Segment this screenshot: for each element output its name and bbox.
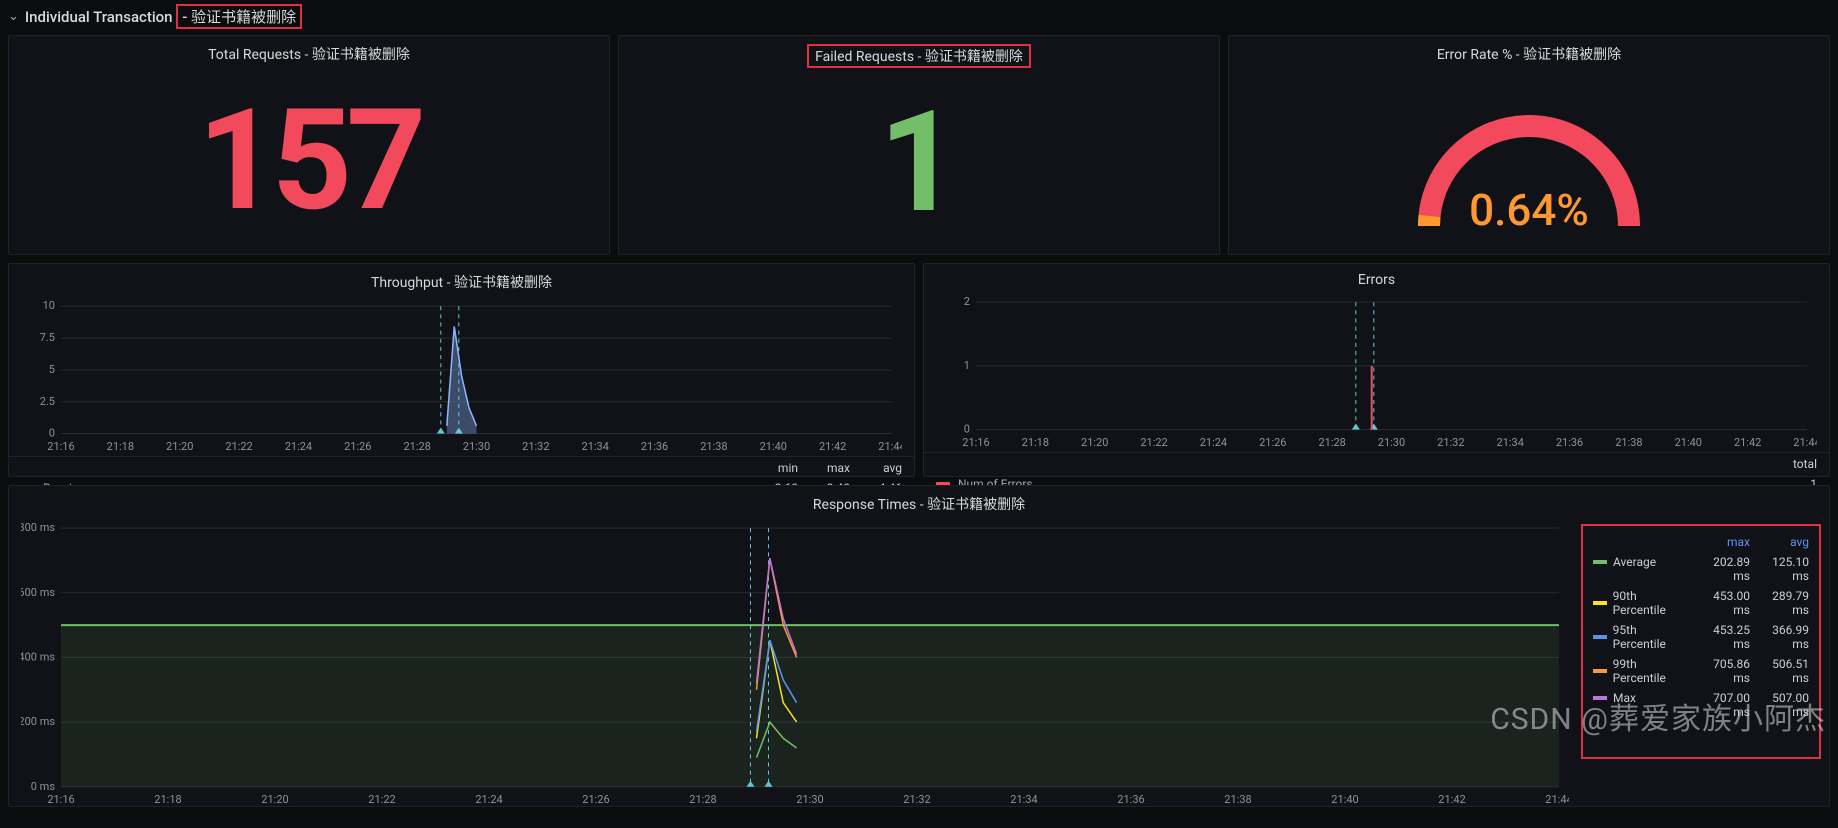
svg-text:21:44: 21:44 bbox=[1793, 436, 1817, 449]
svg-text:21:16: 21:16 bbox=[962, 436, 989, 449]
legend-head-avg: avg bbox=[866, 461, 902, 475]
svg-text:21:40: 21:40 bbox=[1675, 436, 1702, 449]
svg-text:21:36: 21:36 bbox=[1556, 436, 1583, 449]
panel-throughput[interactable]: Throughput - 验证书籍被删除 0 2.5 5 7.5 10 21:16 21:1… bbox=[8, 263, 915, 477]
svg-text:21:44: 21:44 bbox=[1545, 793, 1569, 806]
svg-text:21:30: 21:30 bbox=[1378, 436, 1405, 449]
svg-text:21:40: 21:40 bbox=[760, 440, 787, 453]
svg-text:21:44: 21:44 bbox=[878, 440, 902, 453]
svg-text:21:18: 21:18 bbox=[107, 440, 134, 453]
svg-text:21:24: 21:24 bbox=[1200, 436, 1227, 449]
panel-title: Total Requests - 验证书籍被删除 bbox=[9, 36, 609, 68]
panel-title: Error Rate % - 验证书籍被删除 bbox=[1229, 36, 1829, 68]
legend-head-max: max bbox=[1693, 532, 1752, 552]
svg-text:21:38: 21:38 bbox=[1615, 436, 1642, 449]
panel-failed-requests[interactable]: Failed Requests - 验证书籍被删除 1 bbox=[618, 35, 1220, 255]
legend-head-min: min bbox=[762, 461, 798, 475]
svg-text:21:22: 21:22 bbox=[225, 440, 252, 453]
svg-text:10: 10 bbox=[43, 300, 55, 312]
svg-text:21:34: 21:34 bbox=[1010, 793, 1037, 806]
svg-text:21:40: 21:40 bbox=[1331, 793, 1358, 806]
svg-text:21:38: 21:38 bbox=[700, 440, 727, 453]
legend-row[interactable]: 90th Percentile453.00 ms289.79 ms bbox=[1591, 586, 1811, 620]
svg-text:21:20: 21:20 bbox=[1081, 436, 1108, 449]
legend-head-total: total bbox=[1781, 457, 1817, 471]
panel-error-rate[interactable]: Error Rate % - 验证书籍被删除 0.64% bbox=[1228, 35, 1830, 255]
panel-title: Failed Requests - 验证书籍被删除 bbox=[619, 36, 1219, 72]
svg-text:21:42: 21:42 bbox=[819, 440, 846, 453]
svg-text:21:32: 21:32 bbox=[1437, 436, 1464, 449]
legend-row[interactable]: Average202.89 ms125.10 ms bbox=[1591, 552, 1811, 586]
svg-text:21:26: 21:26 bbox=[1259, 436, 1286, 449]
svg-text:0: 0 bbox=[49, 427, 55, 440]
panel-total-requests[interactable]: Total Requests - 验证书籍被删除 157 bbox=[8, 35, 610, 255]
svg-text:21:18: 21:18 bbox=[1022, 436, 1049, 449]
svg-text:21:42: 21:42 bbox=[1734, 436, 1761, 449]
svg-text:21:26: 21:26 bbox=[344, 440, 371, 453]
svg-text:21:28: 21:28 bbox=[1318, 436, 1345, 449]
svg-text:1: 1 bbox=[964, 359, 970, 372]
legend-head-avg: avg bbox=[1752, 532, 1811, 552]
svg-text:5: 5 bbox=[49, 363, 55, 376]
svg-text:600 ms: 600 ms bbox=[21, 586, 55, 599]
section-title-prefix: Individual Transaction bbox=[25, 8, 173, 26]
panel-errors[interactable]: Errors 0 1 2 21:16 21:18 21:20 21:22 21:24 21:26… bbox=[923, 263, 1830, 477]
svg-text:21:16: 21:16 bbox=[47, 793, 74, 806]
legend-head-max: max bbox=[814, 461, 850, 475]
svg-text:21:34: 21:34 bbox=[1497, 436, 1524, 449]
svg-text:21:20: 21:20 bbox=[261, 793, 288, 806]
stat-value: 1 bbox=[619, 72, 1219, 254]
svg-text:21:22: 21:22 bbox=[368, 793, 395, 806]
svg-text:400 ms: 400 ms bbox=[21, 650, 55, 663]
svg-text:21:42: 21:42 bbox=[1438, 793, 1465, 806]
svg-text:2: 2 bbox=[964, 296, 970, 308]
svg-text:21:32: 21:32 bbox=[903, 793, 930, 806]
legend-row[interactable]: Max707.00 ms507.00 ms bbox=[1591, 688, 1811, 722]
svg-text:0: 0 bbox=[964, 423, 970, 436]
chart-area[interactable]: 0 ms 200 ms 400 ms 600 ms 800 ms 21:16 21:18 21… bbox=[9, 518, 1581, 809]
panel-title: Response Times - 验证书籍被删除 bbox=[9, 486, 1829, 518]
svg-text:200 ms: 200 ms bbox=[21, 715, 55, 728]
svg-text:21:22: 21:22 bbox=[1140, 436, 1167, 449]
chevron-down-icon: ⌄ bbox=[8, 9, 19, 24]
svg-text:21:20: 21:20 bbox=[166, 440, 193, 453]
section-title-suffix: - 验证书籍被删除 bbox=[176, 4, 302, 29]
svg-text:21:28: 21:28 bbox=[689, 793, 716, 806]
panel-title: Errors bbox=[924, 264, 1829, 292]
gauge-value: 0.64% bbox=[1469, 184, 1589, 236]
svg-text:2.5: 2.5 bbox=[40, 395, 55, 408]
svg-text:7.5: 7.5 bbox=[40, 331, 55, 344]
svg-text:800 ms: 800 ms bbox=[21, 522, 55, 534]
svg-text:21:24: 21:24 bbox=[285, 440, 312, 453]
svg-text:21:30: 21:30 bbox=[796, 793, 823, 806]
panel-response-times[interactable]: Response Times - 验证书籍被删除 0 ms 200 ms 400 m… bbox=[8, 485, 1830, 807]
svg-text:21:24: 21:24 bbox=[475, 793, 502, 806]
svg-text:21:18: 21:18 bbox=[154, 793, 181, 806]
panel-title: Throughput - 验证书籍被删除 bbox=[9, 264, 914, 296]
gauge: 0.64% bbox=[1229, 68, 1829, 254]
svg-text:21:36: 21:36 bbox=[1117, 793, 1144, 806]
svg-text:21:38: 21:38 bbox=[1224, 793, 1251, 806]
legend-row[interactable]: 95th Percentile453.25 ms366.99 ms bbox=[1591, 620, 1811, 654]
svg-text:21:32: 21:32 bbox=[522, 440, 549, 453]
svg-text:0 ms: 0 ms bbox=[31, 780, 56, 793]
legend-row[interactable]: 99th Percentile705.86 ms506.51 ms bbox=[1591, 654, 1811, 688]
stat-value: 157 bbox=[9, 68, 609, 254]
svg-text:21:28: 21:28 bbox=[403, 440, 430, 453]
chart-area[interactable]: 0 2.5 5 7.5 10 21:16 21:18 21:20 21:22 21:24 21:26… bbox=[9, 296, 914, 456]
response-times-legend: max avg Average202.89 ms125.10 ms90th Pe… bbox=[1581, 524, 1821, 759]
svg-text:21:36: 21:36 bbox=[641, 440, 668, 453]
svg-text:21:16: 21:16 bbox=[47, 440, 74, 453]
svg-text:21:26: 21:26 bbox=[582, 793, 609, 806]
svg-text:21:30: 21:30 bbox=[463, 440, 490, 453]
chart-area[interactable]: 0 1 2 21:16 21:18 21:20 21:22 21:24 21:26 21:28 21… bbox=[924, 292, 1829, 452]
section-header[interactable]: ⌄ Individual Transaction - 验证书籍被删除 bbox=[0, 0, 1838, 35]
svg-text:21:34: 21:34 bbox=[582, 440, 609, 453]
